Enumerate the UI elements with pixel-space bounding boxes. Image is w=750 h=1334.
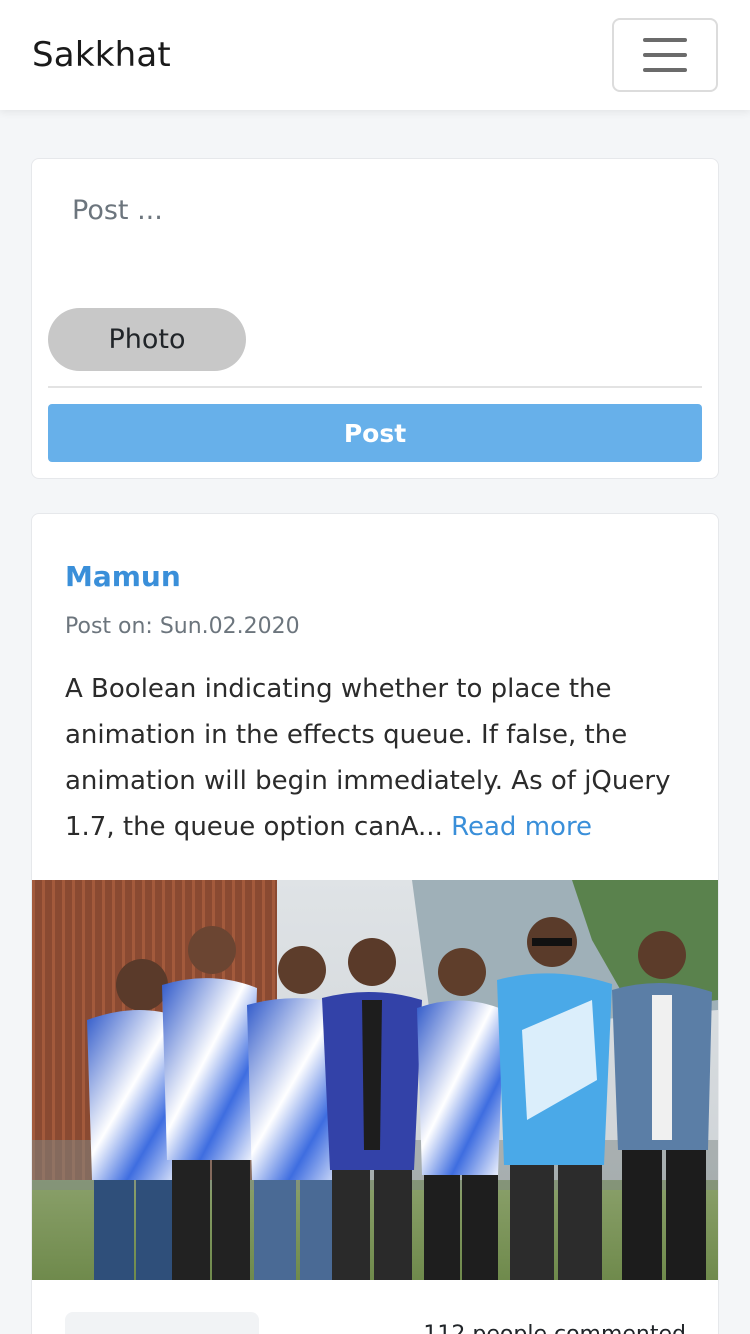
post-image[interactable] bbox=[32, 880, 718, 1280]
post-composer: Photo Post bbox=[31, 158, 719, 479]
read-more-link[interactable]: Read more bbox=[451, 812, 592, 842]
navbar: Sakkhat bbox=[0, 0, 750, 110]
like-button[interactable] bbox=[65, 1312, 259, 1334]
menu-toggle-button[interactable] bbox=[612, 18, 718, 92]
brand-logo[interactable]: Sakkhat bbox=[32, 35, 171, 75]
post-author[interactable]: Mamun bbox=[65, 560, 181, 593]
post-card: Mamun Post on: Sun.02.2020 A Boolean ind… bbox=[31, 513, 719, 1334]
hamburger-icon bbox=[643, 38, 687, 72]
divider bbox=[48, 386, 702, 388]
post-date: Post on: Sun.02.2020 bbox=[65, 614, 300, 639]
group-photo-image bbox=[32, 880, 718, 1280]
photo-button[interactable]: Photo bbox=[48, 308, 246, 371]
comment-count[interactable]: 112 people commented bbox=[423, 1322, 686, 1334]
post-textarea[interactable] bbox=[48, 179, 702, 299]
post-excerpt: A Boolean indicating whether to place th… bbox=[65, 666, 695, 850]
post-button[interactable]: Post bbox=[48, 404, 702, 462]
